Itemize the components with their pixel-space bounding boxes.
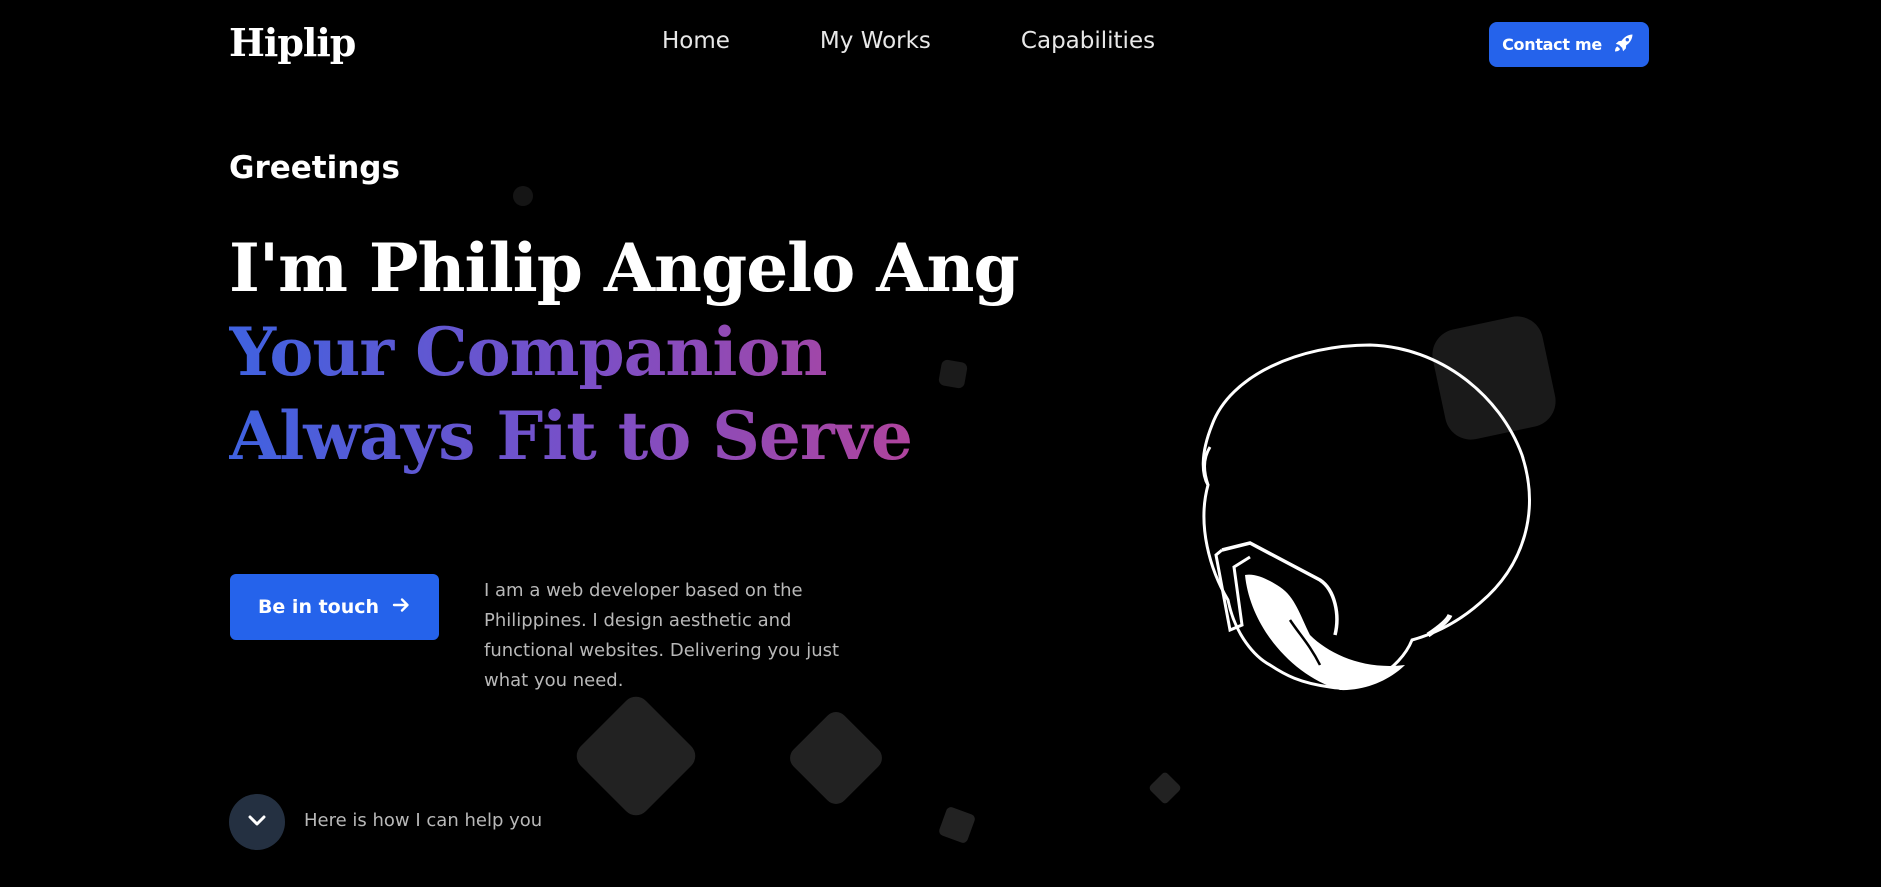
hero-headline: I'm Philip Angelo Ang Your Companion Alw…: [229, 226, 1020, 478]
arrow-right-icon: [391, 595, 411, 620]
headline-tagline-2: Always Fit to Serve: [229, 394, 1019, 478]
main-nav: Home My Works Capabilities: [662, 28, 1155, 54]
greeting-label: Greetings: [229, 150, 400, 186]
decor-diamond-right: [1148, 771, 1182, 805]
scroll-down-button[interactable]: [229, 794, 285, 850]
headline-tagline-1: Your Companion: [229, 310, 1019, 394]
site-logo[interactable]: Hiplip: [229, 20, 356, 65]
decor-square-bottom: [937, 805, 977, 845]
chevron-down-icon: [244, 807, 270, 838]
landing-page: Hiplip Home My Works Capabilities Contac…: [0, 0, 1881, 887]
contact-me-button[interactable]: Contact me: [1489, 22, 1649, 67]
avatar-illustration: [1201, 343, 1531, 691]
headline-name: I'm Philip Angelo Ang: [229, 229, 1020, 307]
contact-button-label: Contact me: [1502, 35, 1602, 54]
decor-diamond-mid: [785, 707, 887, 809]
scroll-hint: Here is how I can help you: [304, 810, 543, 831]
cta-label: Be in touch: [257, 596, 380, 618]
rocket-icon: [1612, 31, 1636, 59]
nav-my-works[interactable]: My Works: [820, 28, 931, 54]
decor-diamond-left: [570, 690, 702, 822]
nav-capabilities[interactable]: Capabilities: [1021, 28, 1155, 54]
nav-home[interactable]: Home: [662, 28, 730, 54]
decor-dot: [513, 186, 533, 206]
intro-paragraph: I am a web developer based on the Philip…: [484, 580, 840, 691]
be-in-touch-button[interactable]: Be in touch: [230, 574, 439, 640]
